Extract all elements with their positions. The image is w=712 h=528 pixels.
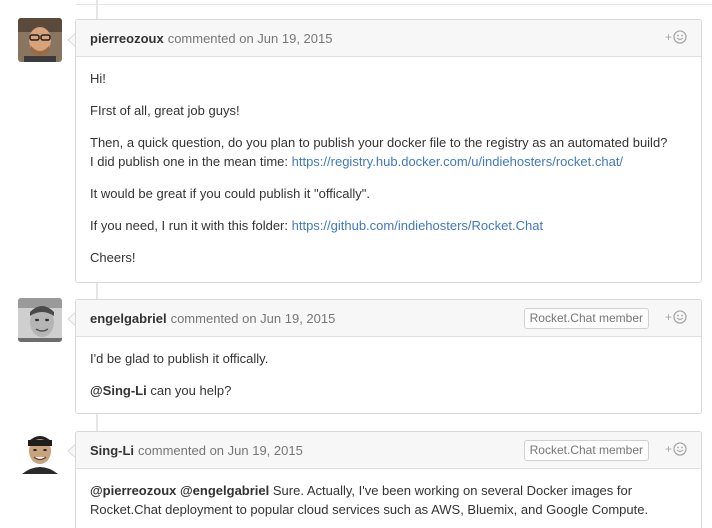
comment-box: Sing-Li commented on Jun 19, 2015 Rocket… — [75, 431, 702, 528]
comment-text: Then, a quick question, do you plan to p… — [90, 133, 687, 171]
avatar-pierreozoux[interactable] — [18, 18, 62, 62]
member-badge: Rocket.Chat member — [523, 440, 649, 461]
comment-header: engelgabriel commented on Jun 19, 2015 R… — [76, 300, 701, 337]
comment-text: Sure. Actually, I've been working on sev… — [269, 483, 633, 498]
smiley-icon — [673, 442, 687, 456]
comment-header: Sing-Li commented on Jun 19, 2015 Rocket… — [76, 432, 701, 469]
comment-header: pierreozoux commented on Jun 19, 2015 + — [76, 20, 701, 57]
registry-link[interactable]: https://registry.hub.docker.com/u/indieh… — [292, 154, 623, 169]
comment-box: pierreozoux commented on Jun 19, 2015 + … — [75, 19, 702, 283]
mention-link[interactable]: @engelgabriel — [180, 483, 269, 498]
comment-box: engelgabriel commented on Jun 19, 2015 R… — [75, 299, 702, 414]
comment-author[interactable]: engelgabriel — [90, 311, 167, 326]
comment-text: Hi! — [90, 71, 106, 86]
comment-body: Hi! FIrst of all, great job guys! Then, … — [76, 57, 701, 267]
avatar-sing-li[interactable] — [18, 430, 62, 474]
comment-text: Rocket.Chat deployment to popular cloud … — [90, 502, 649, 517]
smiley-icon — [673, 310, 687, 324]
smiley-icon — [673, 30, 687, 44]
comment-author[interactable]: pierreozoux — [90, 31, 164, 46]
member-badge: Rocket.Chat member — [523, 308, 649, 329]
comment-text: It would be great if you could publish i… — [90, 186, 370, 201]
comment-author[interactable]: Sing-Li — [90, 443, 134, 458]
add-reaction-button[interactable]: + — [665, 30, 687, 44]
comment-timestamp[interactable]: commented on Jun 19, 2015 — [171, 311, 336, 326]
comment-body: @pierreozoux @engelgabriel Sure. Actuall… — [76, 469, 701, 519]
plus-icon: + — [664, 442, 672, 456]
comment-text: I'd be glad to publish it offically. — [90, 351, 269, 366]
comment-text: can you help? — [146, 383, 232, 398]
comment-text: @pierreozoux @engelgabriel Sure. Actuall… — [90, 481, 687, 519]
comment-text: FIrst of all, great job guys! — [90, 103, 240, 118]
comment-text: If you need, I run it with this folder: — [90, 218, 292, 233]
comment-timestamp[interactable]: commented on Jun 19, 2015 — [138, 443, 303, 458]
mention-link[interactable]: @pierreozoux — [90, 483, 176, 498]
plus-icon: + — [664, 310, 672, 324]
add-reaction-button[interactable]: + — [665, 442, 687, 456]
comment-timestamp[interactable]: commented on Jun 19, 2015 — [168, 31, 333, 46]
github-link[interactable]: https://github.com/indiehosters/Rocket.C… — [292, 218, 543, 233]
comment-body: I'd be glad to publish it offically. @Si… — [76, 337, 701, 400]
plus-icon: + — [664, 30, 672, 44]
add-reaction-button[interactable]: + — [665, 310, 687, 324]
comment-text: Then, a quick question, do you plan to p… — [90, 135, 668, 150]
divider — [76, 4, 712, 5]
mention-link[interactable]: @Sing-Li — [90, 383, 147, 398]
avatar-engelgabriel[interactable] — [18, 298, 62, 342]
comment-text: Cheers! — [90, 250, 136, 265]
comment-text: I did publish one in the mean time: — [90, 154, 292, 169]
comment-text: If you need, I run it with this folder: … — [90, 216, 687, 235]
comment-text: @Sing-Li can you help? — [90, 381, 687, 400]
